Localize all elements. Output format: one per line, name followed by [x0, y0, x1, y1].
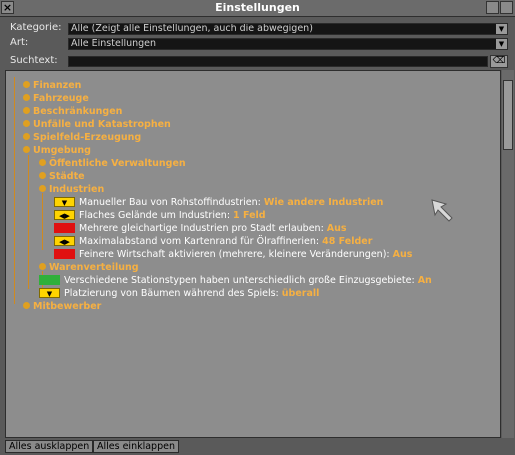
node-label: Städte	[49, 171, 85, 182]
chevron-down-icon[interactable]: ▼	[496, 39, 507, 49]
tree-node-unfaelle[interactable]: Unfälle und Katastrophen	[23, 118, 171, 131]
setting-value: Aus	[326, 223, 347, 234]
setting-label: Mehrere gleichartige Industrien pro Stad…	[79, 223, 327, 234]
node-label: Fahrzeuge	[33, 93, 89, 104]
sticky-button[interactable]	[486, 1, 499, 14]
node-label: Mitbewerber	[33, 301, 102, 312]
clear-search-button[interactable]: ⌫	[490, 55, 508, 68]
setting-value: überall	[281, 288, 320, 299]
setting-label: Maximalabstand vom Kartenrand für Ölraff…	[79, 236, 323, 247]
tree-node-mitbewerber[interactable]: Mitbewerber	[23, 300, 101, 313]
tree-node-industrien[interactable]: Industrien	[39, 183, 104, 196]
tree-node-verwaltungen[interactable]: Öffentliche Verwaltungen	[39, 157, 186, 170]
dropdown-button[interactable]: ▼	[39, 287, 60, 298]
kategorie-dropdown[interactable]: Alle (Zeigt alle Einstellungen, auch die…	[68, 23, 508, 35]
expand-icon[interactable]	[23, 94, 30, 101]
node-label: Unfälle und Katastrophen	[33, 119, 171, 130]
setting-row[interactable]: ▼ Manueller Bau von Rohstoffindustrien: W…	[54, 196, 383, 209]
setting-value: Aus	[392, 249, 413, 260]
tree-node-finanzen[interactable]: Finanzen	[23, 79, 81, 92]
setting-label: Verschiedene Stationstypen haben untersc…	[64, 275, 418, 286]
shade-button[interactable]	[500, 1, 513, 14]
window-title: Einstellungen	[215, 1, 300, 14]
kategorie-label: Kategorie:	[10, 22, 62, 33]
setting-value: Wie andere Industrien	[263, 197, 384, 208]
kategorie-value: Alle (Zeigt alle Einstellungen, auch die…	[71, 23, 313, 34]
tree-node-spielfeld[interactable]: Spielfeld-Erzeugung	[23, 131, 141, 144]
collapse-icon[interactable]	[23, 146, 30, 153]
art-value: Alle Einstellungen	[71, 38, 157, 49]
expand-icon[interactable]	[39, 159, 46, 166]
node-label: Öffentliche Verwaltungen	[49, 158, 186, 169]
setting-row[interactable]: ◀▶ Flaches Gelände um Industrien: 1 Feld	[54, 209, 266, 222]
collapse-all-button[interactable]: Alles einklappen	[93, 440, 179, 453]
search-input[interactable]	[68, 56, 488, 67]
tree-node-beschraenkungen[interactable]: Beschränkungen	[23, 105, 122, 118]
mouse-cursor-icon	[431, 199, 453, 222]
node-label: Spielfeld-Erzeugung	[33, 132, 142, 143]
node-label: Beschränkungen	[33, 106, 123, 117]
setting-label: Flaches Gelände um Industrien:	[79, 210, 234, 221]
vertical-scrollbar[interactable]	[502, 70, 514, 438]
expand-icon[interactable]	[23, 81, 30, 88]
node-label: Umgebung	[33, 145, 91, 156]
setting-label: Feinere Wirtschaft aktivieren (mehrere, …	[79, 249, 393, 260]
toggle-off-switch[interactable]	[54, 222, 75, 233]
art-label: Art:	[10, 37, 29, 48]
setting-label: Manueller Bau von Rohstoffindustrien:	[79, 197, 264, 208]
tree-node-staedte[interactable]: Städte	[39, 170, 85, 183]
setting-value: 1 Feld	[233, 210, 266, 221]
toggle-off-switch[interactable]	[54, 248, 75, 259]
settings-tree: Finanzen Fahrzeuge Beschränkungen Unfäll…	[5, 70, 501, 438]
setting-row[interactable]: ◀▶ Maximalabstand vom Kartenrand für Ölra…	[54, 235, 372, 248]
expand-icon[interactable]	[23, 107, 30, 114]
setting-row[interactable]: Feinere Wirtschaft aktivieren (mehrere, …	[54, 248, 412, 261]
stepper-arrows-icon[interactable]: ◀▶	[54, 209, 75, 220]
setting-row[interactable]: Mehrere gleichartige Industrien pro Stad…	[54, 222, 347, 235]
setting-label: Platzierung von Bäumen während des Spiel…	[64, 288, 282, 299]
setting-value: An	[417, 275, 432, 286]
suchtext-label: Suchtext:	[10, 55, 58, 66]
scrollbar-thumb[interactable]	[503, 80, 513, 150]
toggle-on-switch[interactable]	[39, 274, 60, 285]
setting-row[interactable]: Verschiedene Stationstypen haben untersc…	[39, 274, 432, 287]
expand-icon[interactable]	[23, 133, 30, 140]
collapse-icon[interactable]	[39, 185, 46, 192]
expand-icon[interactable]	[23, 120, 30, 127]
chevron-down-icon[interactable]: ▼	[496, 24, 507, 34]
stepper-arrows-icon[interactable]: ◀▶	[54, 235, 75, 246]
expand-icon[interactable]	[23, 302, 30, 309]
tree-node-warenverteilung[interactable]: Warenverteilung	[39, 261, 139, 274]
tree-node-fahrzeuge[interactable]: Fahrzeuge	[23, 92, 89, 105]
node-label: Industrien	[49, 184, 105, 195]
node-label: Finanzen	[33, 80, 82, 91]
expand-all-button[interactable]: Alles ausklappen	[5, 440, 94, 453]
dropdown-button[interactable]: ▼	[54, 196, 75, 207]
setting-row[interactable]: ▼ Platzierung von Bäumen während des Spie…	[39, 287, 319, 300]
expand-icon[interactable]	[39, 263, 46, 270]
setting-value: 48 Felder	[322, 236, 373, 247]
tree-node-umgebung[interactable]: Umgebung	[23, 144, 91, 157]
art-dropdown[interactable]: Alle Einstellungen ▼	[68, 38, 508, 50]
title-bar[interactable]: × Einstellungen	[0, 0, 515, 17]
settings-window: × Einstellungen Kategorie: Alle (Zeigt a…	[0, 0, 515, 455]
node-label: Warenverteilung	[49, 262, 139, 273]
expand-icon[interactable]	[39, 172, 46, 179]
